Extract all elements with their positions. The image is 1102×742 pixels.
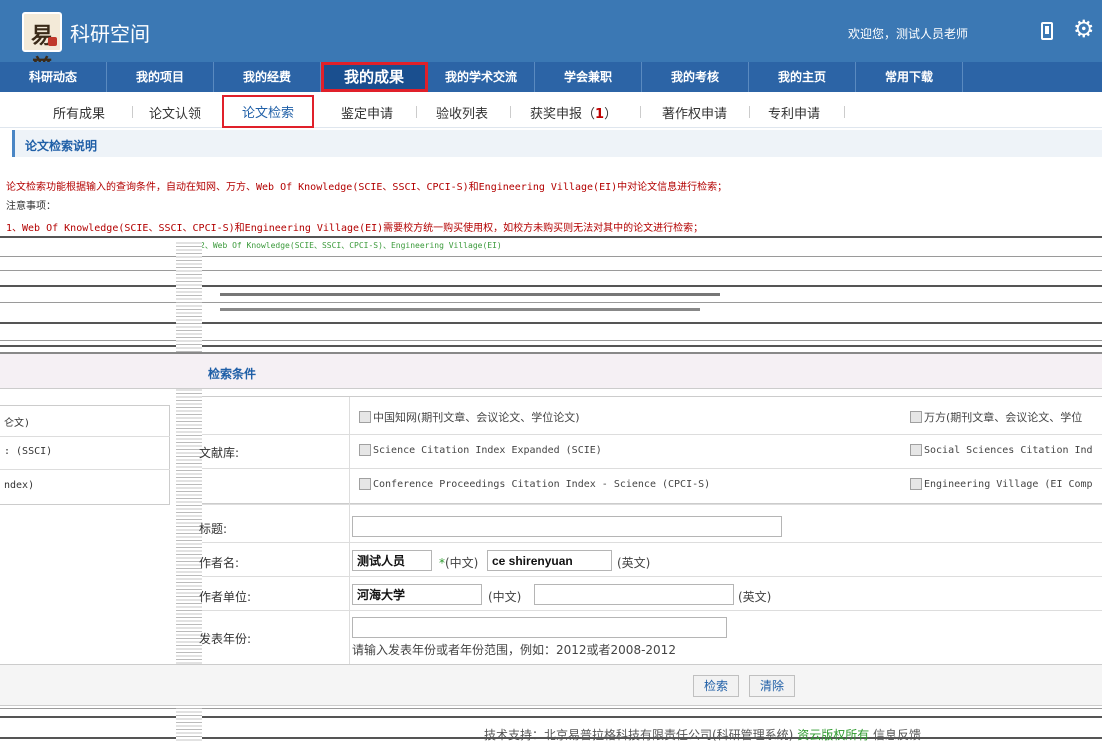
organization-cn-input[interactable] — [352, 584, 482, 605]
checkbox[interactable] — [910, 444, 922, 456]
year-input[interactable] — [352, 617, 727, 638]
button-bar — [0, 664, 1102, 706]
nav-society-positions[interactable]: 学会兼职 — [535, 62, 642, 92]
year-label: 发表年份: — [199, 632, 252, 646]
sub-nav: 所有成果 论文认领 论文检索 鉴定申请 验收列表 获奖申报（1） 著作权申请 专… — [0, 92, 1102, 128]
notice-line-1: 论文检索功能根据输入的查询条件，自动在知网、万方、Web Of Knowledg… — [6, 182, 728, 193]
footer-copyright-link[interactable]: 资云版权所有 — [797, 728, 869, 742]
divider — [132, 106, 133, 118]
subnav-appraisal-apply[interactable]: 鉴定申请 — [341, 103, 393, 122]
subnav-acceptance-list[interactable]: 验收列表 — [436, 103, 488, 122]
nav-my-funds[interactable]: 我的经费 — [214, 62, 321, 92]
app-title: 科研空间 — [70, 22, 150, 46]
nav-academic-exchange[interactable]: 我的学术交流 — [428, 62, 535, 92]
checkbox[interactable] — [910, 411, 922, 423]
left-fragment-2: : (SSCI) — [4, 446, 53, 457]
award-count-badge: 1 — [595, 107, 605, 122]
render-glitch — [0, 708, 1102, 709]
title-label: 标题: — [199, 522, 228, 536]
render-glitch — [0, 340, 1102, 341]
db-option-cpci[interactable]: Conference Proceedings Citation Index - … — [359, 478, 710, 490]
divider — [202, 504, 1102, 505]
subnav-copyright-apply[interactable]: 著作权申请 — [662, 103, 727, 122]
divider — [0, 469, 170, 470]
divider — [202, 610, 1102, 611]
organization-en-hint: (英文) — [738, 590, 772, 604]
nav-my-assessment[interactable]: 我的考核 — [642, 62, 749, 92]
render-glitch — [0, 345, 1102, 347]
title-input[interactable] — [352, 516, 782, 537]
divider — [202, 468, 1102, 469]
welcome-text: 欢迎您，测试人员老师 — [848, 27, 969, 41]
nav-my-homepage[interactable]: 我的主页 — [749, 62, 856, 92]
render-glitch — [220, 308, 700, 311]
footer-support: 技术支持：北京易普拉格科技有限责任公司(科研管理系统) 资云版权所有 信息反馈 — [484, 728, 922, 742]
mobile-icon[interactable] — [1041, 22, 1053, 40]
divider — [640, 106, 641, 118]
organization-label: 作者单位: — [199, 590, 252, 604]
render-glitch — [0, 322, 1102, 324]
author-en-hint: (英文) — [617, 556, 651, 570]
nav-my-projects[interactable]: 我的项目 — [107, 62, 214, 92]
subnav-patent-apply[interactable]: 专利申请 — [768, 103, 820, 122]
render-glitch — [0, 716, 1102, 718]
checkbox[interactable] — [359, 444, 371, 456]
checkbox[interactable] — [359, 411, 371, 423]
checkbox[interactable] — [910, 478, 922, 490]
subnav-award-apply[interactable]: 获奖申报（1） — [530, 103, 617, 122]
db-option-cnki[interactable]: 中国知网(期刊文章、会议论文、学位论文) — [359, 409, 580, 425]
render-glitch — [0, 256, 1102, 257]
author-cn-hint: *(中文) — [439, 556, 479, 570]
left-fragment-3: ndex) — [4, 480, 35, 491]
search-conditions-header: 检索条件 — [0, 352, 1102, 389]
nav-research-news[interactable]: 科研动态 — [0, 62, 107, 92]
notice-line-4: 2、Web Of Knowledge(SCIE、SSCI、CPCI-S)、Eng… — [200, 241, 502, 250]
nav-my-achievements[interactable]: 我的成果 — [321, 62, 428, 92]
divider — [0, 436, 170, 437]
notice-title: 论文检索说明 — [25, 139, 98, 153]
notice-line-2: 注意事项： — [6, 201, 56, 212]
organization-en-input[interactable] — [534, 584, 734, 605]
notice-header: 论文检索说明 — [12, 130, 1102, 157]
left-fragment-panel: 仑文) : (SSCI) ndex) — [0, 405, 170, 505]
nav-downloads[interactable]: 常用下载 — [856, 62, 963, 92]
db-option-ei[interactable]: Engineering Village (EI Comp — [910, 478, 1093, 490]
search-conditions-title: 检索条件 — [208, 367, 257, 381]
render-glitch — [0, 302, 1102, 303]
gear-icon[interactable]: ⚙ — [1073, 17, 1095, 41]
divider — [844, 106, 845, 118]
top-bar: 易普 科研空间 欢迎您，测试人员老师 ⚙ — [0, 0, 1102, 81]
organization-cn-hint: (中文) — [488, 590, 522, 604]
database-label: 文献库: — [199, 446, 240, 460]
render-glitch — [0, 236, 1102, 238]
author-en-input[interactable] — [487, 550, 612, 571]
year-hint: 请输入发表年份或者年份范围，例如：2012或者2008-2012 — [352, 643, 676, 657]
app-logo[interactable]: 易普 — [22, 12, 62, 81]
clear-button[interactable]: 清除 — [749, 675, 796, 697]
subnav-paper-claim[interactable]: 论文认领 — [149, 103, 201, 122]
notice-line-3: 1、Web Of Knowledge(SCIE、SSCI、CPCI-S)和Eng… — [6, 223, 704, 234]
db-option-ssci[interactable]: Social Sciences Citation Ind — [910, 444, 1093, 456]
subnav-all-achievements[interactable]: 所有成果 — [53, 103, 105, 122]
logo-seal — [48, 37, 57, 46]
search-button[interactable]: 检索 — [693, 675, 740, 697]
render-glitch — [0, 270, 1102, 271]
divider — [749, 106, 750, 118]
divider — [202, 434, 1102, 435]
footer-feedback-link[interactable]: 信息反馈 — [873, 728, 921, 742]
checkbox[interactable] — [359, 478, 371, 490]
author-label: 作者名: — [199, 556, 240, 570]
db-option-scie[interactable]: Science Citation Index Expanded (SCIE) — [359, 444, 602, 456]
author-cn-input[interactable] — [352, 550, 432, 571]
divider — [202, 542, 1102, 543]
divider — [510, 106, 511, 118]
db-option-wanfang[interactable]: 万方(期刊文章、会议论文、学位 — [910, 409, 1082, 425]
main-nav: 科研动态 我的项目 我的经费 我的成果 我的学术交流 学会兼职 我的考核 我的主… — [0, 62, 1102, 92]
divider — [416, 106, 417, 118]
left-fragment-1: 仑文) — [4, 418, 31, 429]
render-glitch — [220, 293, 720, 296]
subnav-paper-search[interactable]: 论文检索 — [222, 95, 315, 128]
divider — [202, 576, 1102, 577]
render-glitch — [0, 285, 1102, 287]
